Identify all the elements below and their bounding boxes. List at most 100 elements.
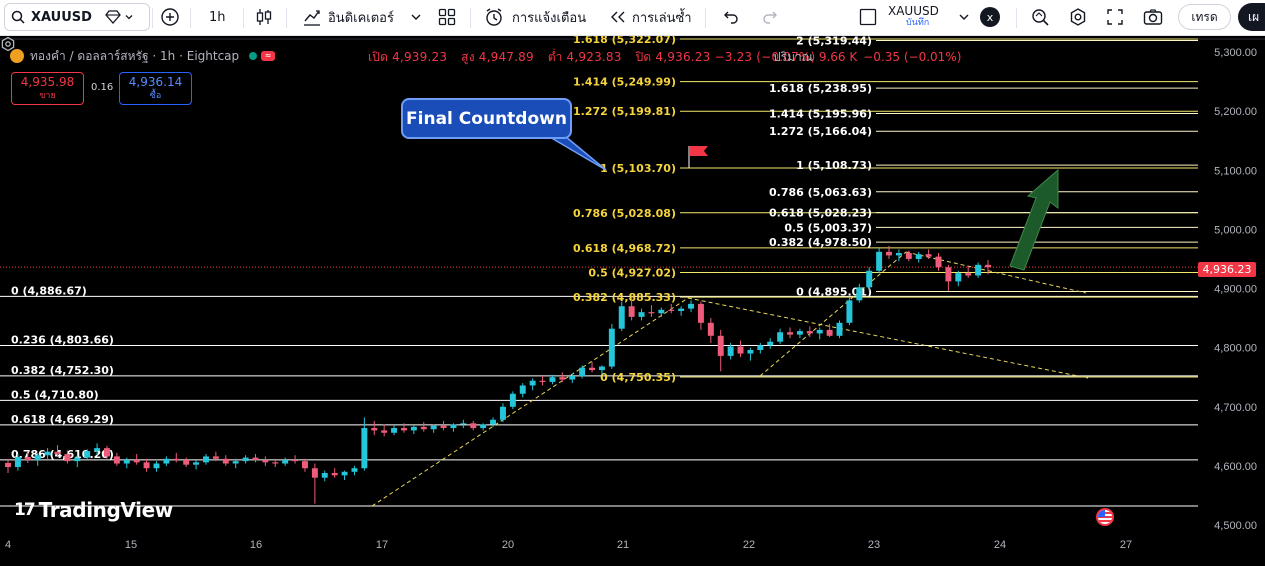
candle bbox=[589, 361, 596, 373]
buy-button[interactable]: 4,936.14 ซื้อ bbox=[119, 72, 192, 105]
fib-left-label: 0.618 (4,669.29) bbox=[11, 413, 114, 426]
candle bbox=[529, 378, 536, 391]
quick-search-button[interactable] bbox=[1030, 3, 1050, 31]
candle-body bbox=[94, 448, 101, 452]
candle-body bbox=[14, 457, 21, 468]
candle bbox=[163, 456, 170, 466]
candle-body bbox=[104, 448, 110, 457]
trendline-down bbox=[687, 297, 1089, 379]
candle bbox=[153, 461, 160, 472]
candle-body bbox=[440, 425, 447, 429]
candle bbox=[173, 452, 180, 463]
settings-button[interactable] bbox=[1068, 3, 1088, 31]
candle-body bbox=[44, 451, 51, 456]
chart-type-button[interactable] bbox=[254, 3, 274, 31]
fib-left-label: 0 (4,886.67) bbox=[11, 284, 87, 297]
undo-button[interactable] bbox=[723, 3, 739, 31]
add-symbol-button[interactable] bbox=[160, 3, 180, 31]
indicators-button[interactable]: อินดิเคเตอร์ bbox=[302, 3, 394, 31]
fib-right-label: 0.382 (4,978.50) bbox=[769, 236, 872, 249]
candle bbox=[391, 425, 398, 436]
fib-right-label: 1 (5,108.73) bbox=[796, 159, 872, 172]
fib-middle-label: 0.618 (4,968.72) bbox=[573, 242, 676, 255]
trendline-up-2 bbox=[759, 251, 907, 377]
candle-body bbox=[866, 270, 873, 288]
diamond-icon bbox=[105, 10, 121, 24]
price-axis-label: 4,800.00 bbox=[1214, 343, 1257, 355]
candle-body bbox=[74, 457, 81, 462]
volume-change: −0.35 (−0.01%) bbox=[863, 50, 962, 64]
candle-body bbox=[311, 468, 318, 478]
candle-body bbox=[64, 454, 71, 462]
fullscreen-icon bbox=[1107, 9, 1123, 25]
candle-body bbox=[420, 426, 427, 430]
candle bbox=[697, 301, 704, 330]
trade-button[interactable]: เทรด bbox=[1178, 4, 1231, 30]
chart-pane[interactable]: 0 (4,886.67) 0.236 (4,803.66) 0.382 (4,752… bbox=[0, 36, 1265, 566]
candle-body bbox=[826, 329, 833, 336]
candle bbox=[757, 342, 764, 354]
watermark-text: TradingView bbox=[38, 498, 174, 522]
candle-body bbox=[54, 451, 61, 455]
sell-button[interactable]: 4,935.98 ขาย bbox=[11, 72, 84, 105]
layout-toggle[interactable] bbox=[859, 3, 877, 31]
publish-button[interactable]: เผ bbox=[1238, 3, 1265, 31]
fib-middle-label: 1 (5,103.70) bbox=[600, 162, 676, 175]
candle-body bbox=[935, 256, 942, 268]
candle-body bbox=[470, 423, 477, 429]
us-flag-icon[interactable] bbox=[1096, 508, 1114, 526]
candle-body bbox=[717, 335, 724, 356]
candle-body bbox=[123, 459, 130, 464]
indicators-dropdown[interactable] bbox=[410, 3, 422, 31]
saved-layout-name[interactable]: XAUUSD บันทึก bbox=[888, 3, 939, 31]
candle-body bbox=[321, 472, 328, 478]
candle-body bbox=[697, 303, 704, 323]
candle bbox=[113, 452, 120, 466]
indicators-label: อินดิเคเตอร์ bbox=[328, 10, 394, 26]
candle bbox=[242, 455, 249, 464]
favorite-toggle[interactable] bbox=[104, 3, 134, 31]
layout-dropdown[interactable] bbox=[958, 3, 970, 31]
time-axis-label: 20 bbox=[502, 539, 514, 551]
candle-body bbox=[430, 425, 437, 430]
candle-body bbox=[282, 459, 289, 464]
candle bbox=[737, 340, 744, 358]
layouts-button[interactable] bbox=[438, 3, 456, 31]
fib-middle-label: 1.272 (5,199.81) bbox=[573, 105, 676, 118]
candle bbox=[955, 270, 962, 287]
candle bbox=[193, 459, 200, 470]
axis-settings-icon[interactable] bbox=[0, 36, 16, 52]
candle bbox=[688, 300, 694, 313]
close-button[interactable]: x bbox=[980, 7, 1000, 27]
candle bbox=[381, 424, 388, 437]
save-status: บันทึก bbox=[906, 18, 930, 28]
candle bbox=[975, 262, 982, 278]
volume-value: 9.66 K bbox=[818, 50, 858, 64]
toolbar-divider bbox=[286, 8, 287, 28]
time-axis-label: 15 bbox=[125, 539, 137, 551]
redo-button[interactable] bbox=[762, 3, 778, 31]
candle bbox=[668, 303, 675, 314]
price-chart[interactable]: 0 (4,886.67) 0.236 (4,803.66) 0.382 (4,752… bbox=[0, 36, 1265, 566]
candle-body bbox=[381, 430, 388, 433]
candle-body bbox=[658, 309, 665, 314]
chart-legend[interactable]: ทองคำ / ดอลลาร์สหรัฐ · 1h · Eightcap ≈ bbox=[10, 47, 283, 65]
callout-annotation[interactable]: Final Countdown bbox=[401, 98, 572, 139]
fib-right-label: 1.272 (5,166.04) bbox=[769, 125, 872, 138]
candle bbox=[341, 470, 348, 481]
alerts-button[interactable]: การแจ้งเตือน bbox=[484, 3, 586, 31]
candle bbox=[777, 328, 784, 345]
candle-body bbox=[302, 461, 308, 469]
candle bbox=[618, 301, 625, 332]
fullscreen-button[interactable] bbox=[1106, 3, 1124, 31]
spread-value: 0.16 bbox=[91, 82, 114, 93]
candle-body bbox=[559, 377, 566, 380]
candle bbox=[579, 365, 586, 379]
toolbar-divider bbox=[1016, 8, 1017, 28]
snapshot-button[interactable] bbox=[1143, 3, 1163, 31]
interval-button[interactable]: 1h bbox=[209, 3, 226, 31]
candle-body bbox=[707, 322, 714, 336]
candle bbox=[796, 328, 803, 339]
replay-button[interactable]: การเล่นซ้ำ bbox=[610, 3, 692, 31]
candle-body bbox=[678, 308, 685, 311]
